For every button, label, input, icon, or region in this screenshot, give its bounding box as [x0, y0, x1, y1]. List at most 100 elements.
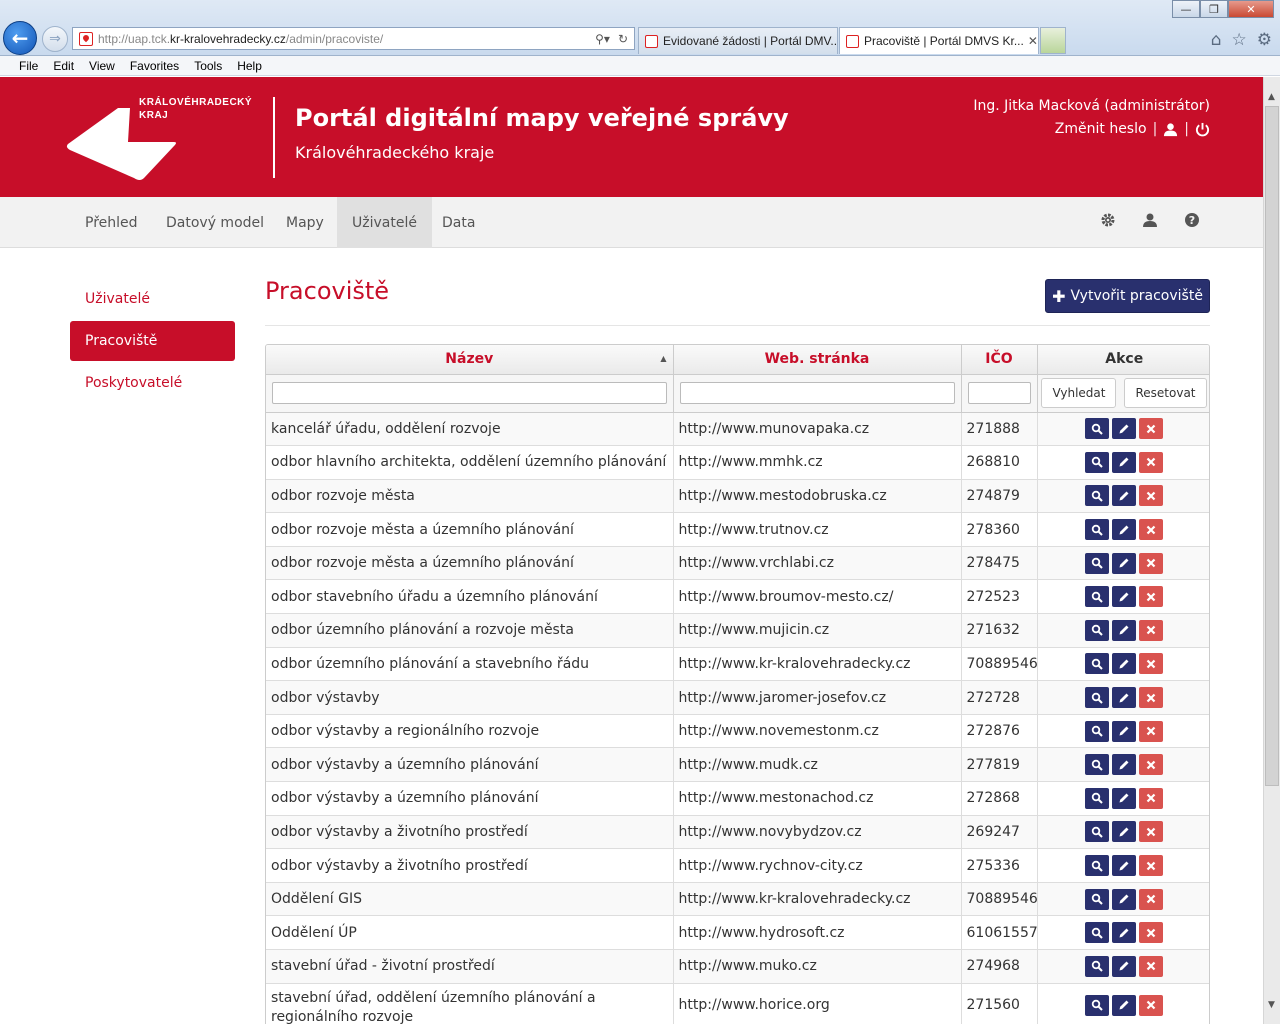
nav-data[interactable]: Data [427, 197, 490, 248]
delete-button[interactable] [1139, 485, 1163, 507]
view-button[interactable] [1085, 888, 1109, 910]
cell-web-link[interactable]: http://www.novybydzov.cz [673, 815, 962, 850]
cell-web-link[interactable]: http://www.novemestonm.cz [673, 714, 962, 749]
delete-button[interactable] [1139, 720, 1163, 742]
column-header-web[interactable]: Web. stránka [673, 345, 962, 375]
filter-nazev-input[interactable] [272, 382, 667, 404]
back-button[interactable]: ← [3, 21, 37, 55]
menu-tools[interactable]: Tools [194, 59, 222, 73]
view-button[interactable] [1085, 451, 1109, 473]
cell-web-link[interactable]: http://www.muko.cz [673, 949, 962, 984]
side-item-uzivatele[interactable]: Uživatelé [70, 279, 235, 319]
cell-web-link[interactable]: http://www.mestonachod.cz [673, 781, 962, 816]
cell-web-link[interactable]: http://www.horice.org [673, 983, 962, 1024]
edit-button[interactable] [1112, 586, 1136, 608]
edit-button[interactable] [1112, 787, 1136, 809]
delete-button[interactable] [1139, 994, 1163, 1016]
address-url[interactable]: http://uap.tck.kr-kralovehradecky.cz/adm… [98, 32, 589, 46]
view-button[interactable] [1085, 485, 1109, 507]
view-button[interactable] [1085, 787, 1109, 809]
edit-button[interactable] [1112, 485, 1136, 507]
filter-web-input[interactable] [679, 382, 955, 404]
edit-button[interactable] [1112, 552, 1136, 574]
star-icon[interactable]: ☆ [1232, 30, 1247, 50]
delete-button[interactable] [1139, 687, 1163, 709]
change-password-link[interactable]: Změnit heslo [1055, 121, 1147, 137]
menu-view[interactable]: View [89, 59, 115, 73]
cell-web-link[interactable]: http://www.kr-kralovehradecky.cz [673, 647, 962, 682]
column-header-ico[interactable]: IČO [961, 345, 1038, 375]
new-tab-button[interactable] [1040, 27, 1066, 54]
tab-close-icon[interactable]: ✕ [1024, 34, 1038, 48]
help-icon[interactable]: ? [1184, 212, 1200, 228]
gear-icon[interactable]: ⚙ [1257, 30, 1272, 50]
cell-web-link[interactable]: http://www.mudk.cz [673, 747, 962, 783]
edit-button[interactable] [1112, 451, 1136, 473]
delete-button[interactable] [1139, 451, 1163, 473]
edit-button[interactable] [1112, 619, 1136, 641]
power-icon[interactable] [1195, 122, 1210, 137]
cell-web-link[interactable]: http://www.vrchlabi.cz [673, 546, 962, 581]
edit-button[interactable] [1112, 687, 1136, 709]
view-button[interactable] [1085, 754, 1109, 776]
side-item-pracoviste[interactable]: Pracoviště [70, 321, 235, 361]
create-pracoviste-button[interactable]: ✚ Vytvořit pracoviště [1045, 279, 1210, 313]
search-button[interactable]: Vyhledat [1041, 378, 1117, 408]
delete-button[interactable] [1139, 787, 1163, 809]
delete-button[interactable] [1139, 855, 1163, 877]
delete-button[interactable] [1139, 821, 1163, 843]
scroll-thumb[interactable] [1265, 106, 1279, 786]
view-button[interactable] [1085, 955, 1109, 977]
cell-web-link[interactable]: http://www.mujicin.cz [673, 613, 962, 648]
cell-web-link[interactable]: http://www.rychnov-city.cz [673, 848, 962, 883]
edit-button[interactable] [1112, 418, 1136, 440]
delete-button[interactable] [1139, 653, 1163, 675]
view-button[interactable] [1085, 855, 1109, 877]
menu-favorites[interactable]: Favorites [130, 59, 179, 73]
delete-button[interactable] [1139, 754, 1163, 776]
scroll-up-icon[interactable]: ▲ [1268, 92, 1275, 102]
cell-web-link[interactable]: http://www.broumov-mesto.cz/ [673, 579, 962, 615]
view-button[interactable] [1085, 821, 1109, 843]
edit-button[interactable] [1112, 955, 1136, 977]
edit-button[interactable] [1112, 994, 1136, 1016]
cell-web-link[interactable]: http://www.trutnov.cz [673, 512, 962, 547]
cell-web-link[interactable]: http://www.mestodobruska.cz [673, 479, 962, 514]
cell-web-link[interactable]: http://www.munovapaka.cz [673, 412, 962, 447]
minimize-button[interactable]: — [1172, 0, 1200, 18]
edit-button[interactable] [1112, 720, 1136, 742]
filter-ico-input[interactable] [967, 382, 1031, 404]
edit-button[interactable] [1112, 519, 1136, 541]
delete-button[interactable] [1139, 552, 1163, 574]
view-button[interactable] [1085, 619, 1109, 641]
nav-prehled[interactable]: Přehled [70, 197, 153, 248]
nav-mapy[interactable]: Mapy [271, 197, 339, 248]
view-button[interactable] [1085, 922, 1109, 944]
delete-button[interactable] [1139, 586, 1163, 608]
edit-button[interactable] [1112, 821, 1136, 843]
close-window-button[interactable]: ✕ [1228, 0, 1274, 18]
view-button[interactable] [1085, 720, 1109, 742]
view-button[interactable] [1085, 994, 1109, 1016]
reset-button[interactable]: Resetovat [1124, 378, 1207, 408]
view-button[interactable] [1085, 519, 1109, 541]
user-icon[interactable] [1142, 212, 1158, 228]
view-button[interactable] [1085, 687, 1109, 709]
gear-icon[interactable] [1100, 212, 1116, 228]
delete-button[interactable] [1139, 418, 1163, 440]
forward-button[interactable]: ⇒ [42, 26, 68, 52]
edit-button[interactable] [1112, 888, 1136, 910]
edit-button[interactable] [1112, 855, 1136, 877]
restore-button[interactable]: ❐ [1200, 0, 1228, 18]
column-header-nazev[interactable]: Název ▲ [266, 345, 674, 375]
search-icon[interactable]: ⚲▾ [595, 32, 610, 46]
scroll-down-icon[interactable]: ▼ [1268, 1000, 1275, 1010]
delete-button[interactable] [1139, 888, 1163, 910]
browser-tab-pracoviste[interactable]: Pracoviště | Portál DMVS Kr... ✕ [839, 27, 1039, 54]
view-button[interactable] [1085, 552, 1109, 574]
cell-web-link[interactable]: http://www.kr-kralovehradecky.cz [673, 882, 962, 917]
nav-datovy-model[interactable]: Datový model [151, 197, 279, 248]
cell-web-link[interactable]: http://www.jaromer-josefov.cz [673, 680, 962, 715]
edit-button[interactable] [1112, 754, 1136, 776]
view-button[interactable] [1085, 653, 1109, 675]
